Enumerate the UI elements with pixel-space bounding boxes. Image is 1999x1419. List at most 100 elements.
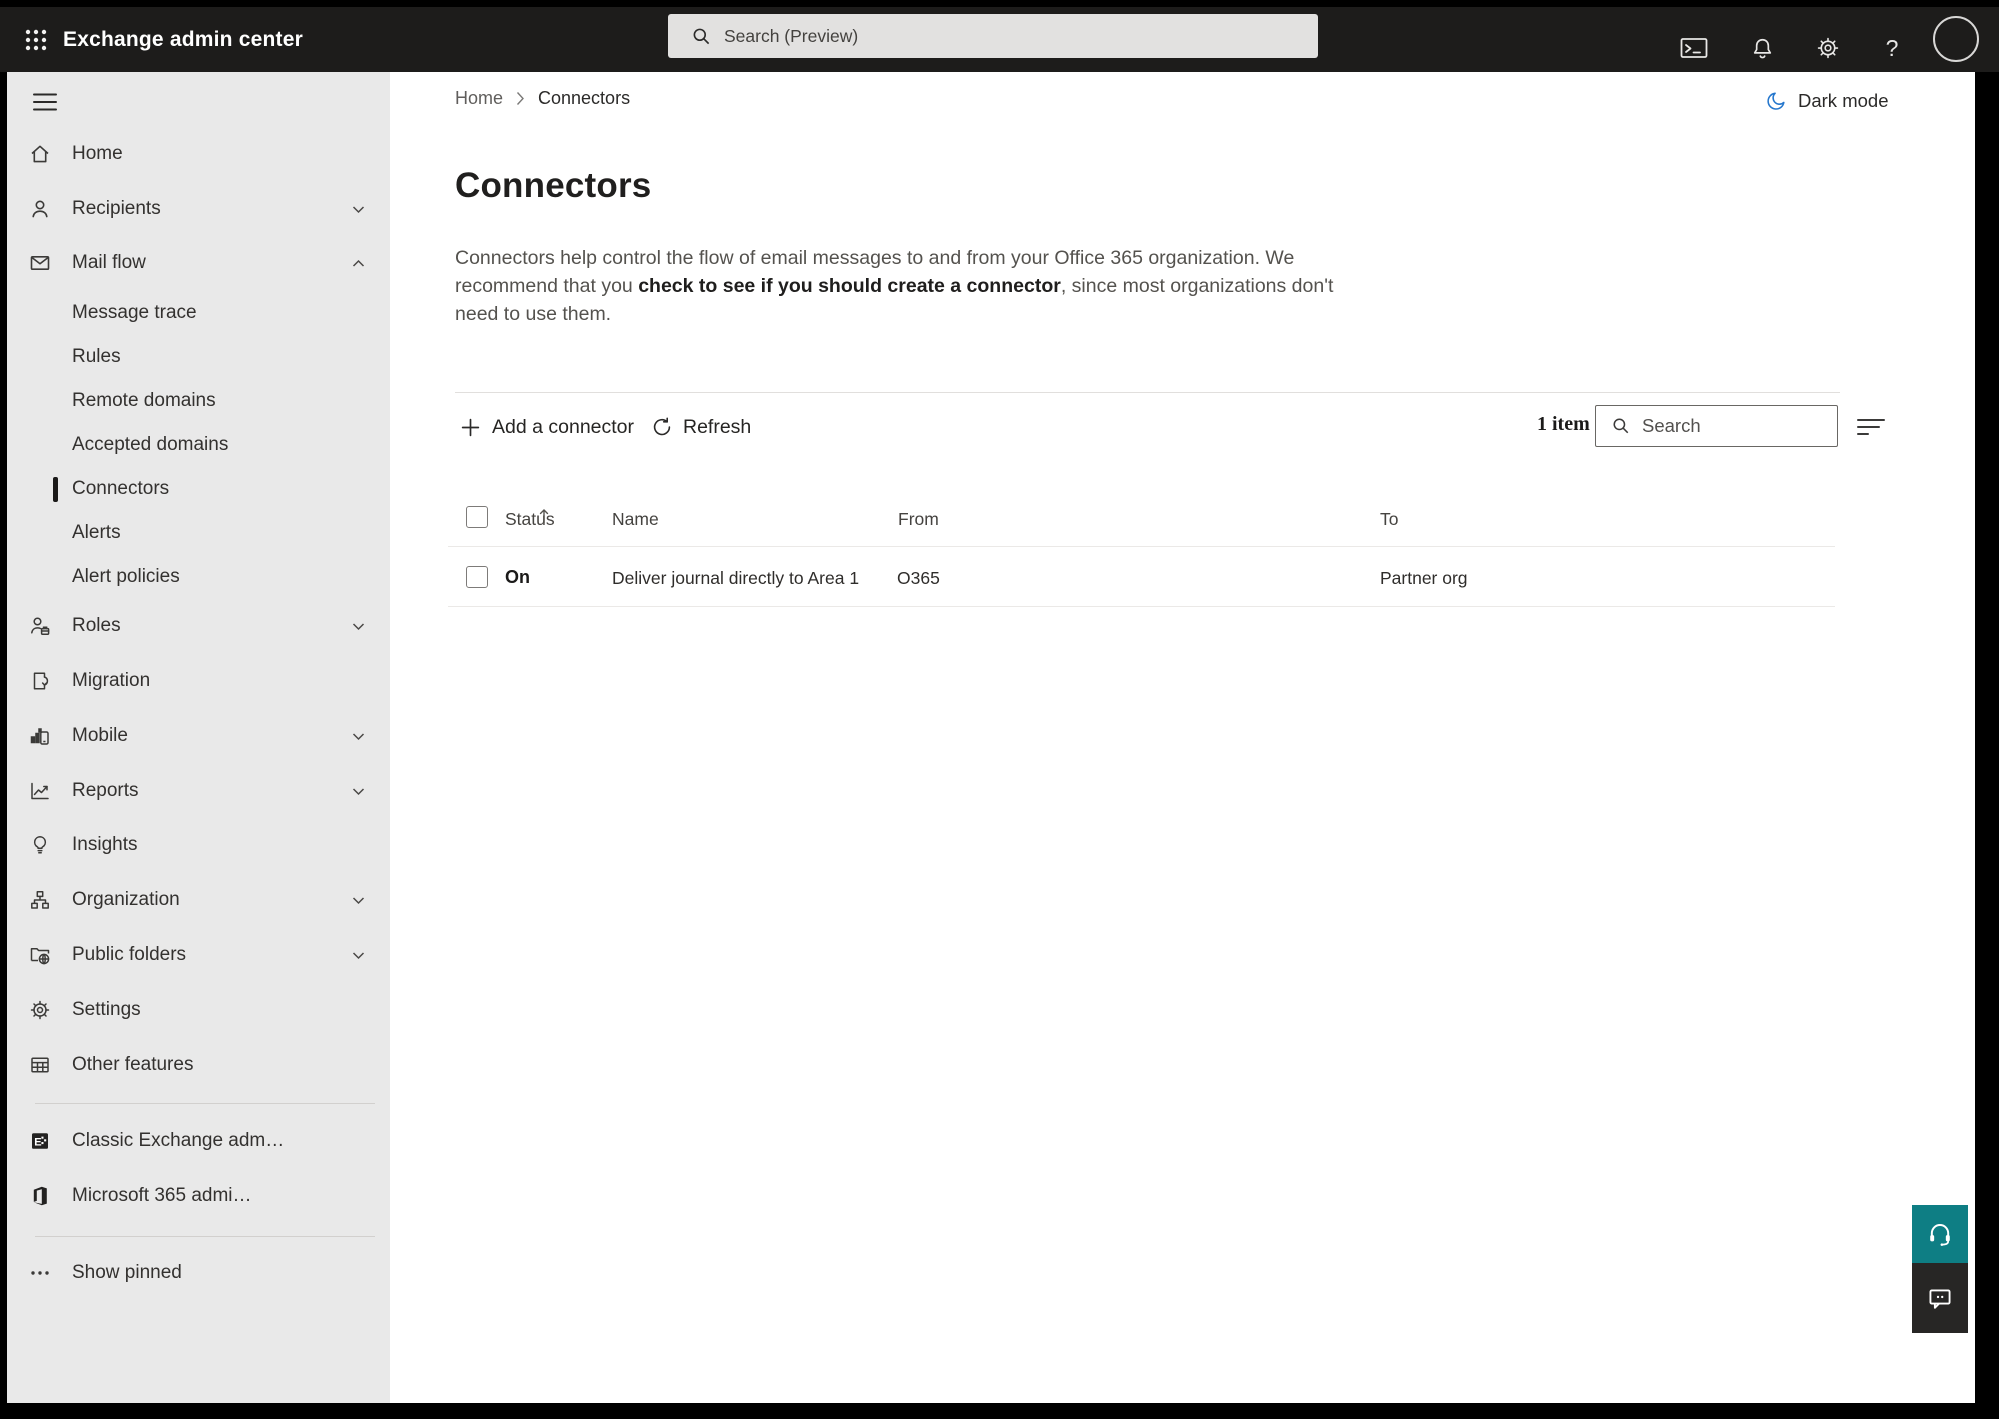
sidebar-item-label: Microsoft 365 admi… bbox=[72, 1185, 252, 1206]
exchange-logo-icon: E bbox=[28, 1129, 52, 1153]
sidebar-item-label: Alert policies bbox=[72, 566, 180, 587]
sidebar-item-label: Public folders bbox=[72, 944, 187, 965]
sidebar-item-label: Mail flow bbox=[72, 252, 146, 273]
sidebar-item-microsoft-365-admin[interactable]: Microsoft 365 admi… bbox=[7, 1174, 390, 1218]
sidebar-item-migration[interactable]: Migration bbox=[7, 659, 390, 703]
refresh-button[interactable]: Refresh bbox=[652, 409, 751, 445]
ellipsis-icon bbox=[28, 1261, 52, 1285]
sidebar-item-label: Other features bbox=[72, 1054, 194, 1075]
table-search-box[interactable] bbox=[1595, 405, 1838, 447]
help-button[interactable]: ? bbox=[1873, 29, 1911, 67]
chevron-right-icon bbox=[516, 91, 525, 106]
sidebar-item-other-features[interactable]: Other features bbox=[7, 1043, 390, 1087]
sidebar-item-public-folders[interactable]: Public folders bbox=[7, 933, 390, 977]
breadcrumb-current: Connectors bbox=[538, 87, 631, 108]
sidebar-item-message-trace[interactable]: Message trace bbox=[7, 291, 390, 335]
grid-table-icon bbox=[28, 1053, 52, 1077]
app-title: Exchange admin center bbox=[63, 28, 303, 51]
sidebar-item-rules[interactable]: Rules bbox=[7, 335, 390, 379]
sidebar-item-roles[interactable]: Roles bbox=[7, 604, 390, 648]
left-navigation: Home Recipients Mail flow Message trace … bbox=[7, 72, 390, 1403]
plus-icon bbox=[461, 418, 480, 436]
global-search-input[interactable] bbox=[724, 25, 1318, 47]
person-icon bbox=[28, 197, 52, 221]
table-header-divider bbox=[448, 546, 1835, 547]
sidebar-item-label: Mobile bbox=[72, 725, 128, 746]
table-row-divider bbox=[448, 606, 1835, 607]
toolbar-top-divider bbox=[455, 392, 1840, 393]
sidebar-item-recipients[interactable]: Recipients bbox=[7, 187, 390, 231]
sidebar-item-label: Accepted domains bbox=[72, 434, 229, 455]
sidebar-item-mail-flow[interactable]: Mail flow bbox=[7, 241, 390, 285]
column-header-to[interactable]: To bbox=[1380, 509, 1398, 530]
support-button[interactable] bbox=[1912, 1205, 1968, 1263]
top-bar: Exchange admin center Search (Preview) ? bbox=[0, 7, 1999, 72]
notifications-button[interactable] bbox=[1743, 29, 1781, 67]
hamburger-icon bbox=[33, 93, 57, 111]
sidebar-item-label: Remote domains bbox=[72, 390, 216, 411]
item-count: 1 item bbox=[1537, 413, 1590, 435]
row-to: Partner org bbox=[1380, 568, 1468, 588]
app-launcher-button[interactable] bbox=[14, 19, 58, 61]
terminal-button[interactable] bbox=[1675, 29, 1713, 67]
refresh-label: Refresh bbox=[683, 415, 752, 438]
table-search-input[interactable] bbox=[1642, 415, 1837, 437]
account-avatar[interactable] bbox=[1933, 16, 1979, 62]
sidebar-item-label: Reports bbox=[72, 780, 139, 801]
row-from: O365 bbox=[897, 568, 940, 588]
mail-icon bbox=[28, 251, 52, 275]
settings-button[interactable] bbox=[1809, 29, 1847, 67]
sidebar-item-remote-domains[interactable]: Remote domains bbox=[7, 379, 390, 423]
sidebar-item-label: Rules bbox=[72, 346, 121, 367]
sidebar-item-alert-policies[interactable]: Alert policies bbox=[7, 555, 390, 599]
collapse-nav-button[interactable] bbox=[25, 85, 65, 119]
chevron-down-icon bbox=[351, 202, 366, 222]
chat-icon bbox=[1929, 1289, 1951, 1309]
gear-icon bbox=[1817, 37, 1839, 59]
headset-icon bbox=[1930, 1224, 1950, 1246]
add-connector-button[interactable]: Add a connector bbox=[460, 409, 634, 445]
dark-mode-toggle[interactable]: Dark mode bbox=[1765, 90, 1888, 112]
microsoft365-logo-icon bbox=[28, 1184, 52, 1208]
feedback-button[interactable] bbox=[1912, 1263, 1968, 1333]
app-launcher-icon bbox=[25, 29, 47, 51]
sidebar-item-label: Show pinned bbox=[72, 1262, 182, 1283]
sidebar-item-label: Migration bbox=[72, 670, 151, 691]
column-header-from[interactable]: From bbox=[898, 509, 939, 530]
sidebar-item-classic-exchange-admin[interactable]: E Classic Exchange adm… bbox=[7, 1119, 390, 1163]
sidebar-item-home[interactable]: Home bbox=[7, 132, 390, 176]
select-all-checkbox[interactable] bbox=[466, 506, 488, 528]
gear-icon bbox=[28, 998, 52, 1022]
column-header-name[interactable]: Name bbox=[612, 509, 659, 530]
help-icon: ? bbox=[1885, 34, 1899, 61]
line-chart-icon bbox=[28, 779, 52, 803]
sidebar-divider bbox=[35, 1236, 375, 1237]
terminal-icon bbox=[1680, 38, 1708, 58]
description-link[interactable]: check to see if you should create a conn… bbox=[638, 275, 1061, 297]
filter-sort-button[interactable] bbox=[1851, 412, 1891, 442]
refresh-icon bbox=[653, 417, 671, 436]
sidebar-item-alerts[interactable]: Alerts bbox=[7, 511, 390, 555]
row-checkbox[interactable] bbox=[466, 566, 488, 588]
exchange-admin-center-window: Exchange admin center Search (Preview) ?… bbox=[0, 0, 1999, 1419]
chevron-down-icon bbox=[351, 619, 366, 639]
sidebar-item-mobile[interactable]: Mobile bbox=[7, 714, 390, 758]
global-search-box[interactable] bbox=[668, 14, 1318, 58]
row-name: Deliver journal directly to Area 1 bbox=[612, 568, 860, 588]
search-icon bbox=[693, 28, 710, 44]
page-title: Connectors bbox=[455, 166, 652, 205]
sidebar-item-show-pinned[interactable]: Show pinned bbox=[7, 1251, 390, 1295]
sidebar-item-label: Recipients bbox=[72, 198, 161, 219]
sidebar-item-reports[interactable]: Reports bbox=[7, 769, 390, 813]
sidebar-item-label: Settings bbox=[72, 999, 141, 1020]
sidebar-item-connectors[interactable]: Connectors bbox=[7, 467, 390, 511]
sidebar-item-insights[interactable]: Insights bbox=[7, 823, 390, 867]
sidebar-item-settings[interactable]: Settings bbox=[7, 988, 390, 1032]
sidebar-item-accepted-domains[interactable]: Accepted domains bbox=[7, 423, 390, 467]
breadcrumb-home-link[interactable]: Home bbox=[455, 88, 503, 109]
sidebar-item-label: Roles bbox=[72, 615, 121, 636]
sidebar-item-organization[interactable]: Organization bbox=[7, 878, 390, 922]
home-icon bbox=[28, 142, 52, 166]
chevron-up-icon bbox=[351, 256, 366, 276]
lightbulb-icon bbox=[28, 833, 52, 857]
